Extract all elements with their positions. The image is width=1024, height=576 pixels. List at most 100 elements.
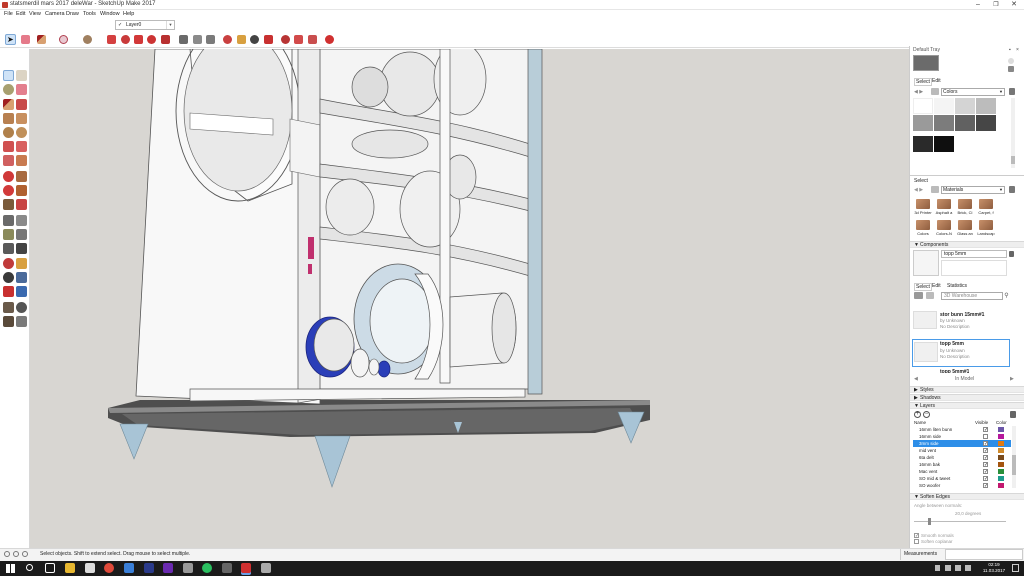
tab-components-statistics[interactable]: Statistics xyxy=(946,283,968,289)
palette-3pt-arc-button[interactable] xyxy=(3,155,14,166)
layer-row-selected[interactable]: 3mm side ✓ xyxy=(913,440,1011,447)
clock-time[interactable]: 02:19 xyxy=(983,562,1005,567)
palette-pushpull-button[interactable] xyxy=(16,171,27,182)
remove-layer-icon[interactable]: − xyxy=(923,411,930,418)
palette-section-plane-button[interactable] xyxy=(16,316,27,327)
material-folder[interactable]: 3d Printer xyxy=(913,198,933,218)
palette-look-around-button[interactable] xyxy=(16,302,27,313)
offset-tool-button[interactable] xyxy=(160,34,171,45)
layer-color-swatch[interactable] xyxy=(998,448,1004,453)
app-icon[interactable] xyxy=(261,563,271,573)
warehouse-button[interactable] xyxy=(280,34,291,45)
palette-zoom-button[interactable] xyxy=(3,272,14,283)
menu-tools[interactable]: Tools xyxy=(83,10,96,18)
color-swatch[interactable] xyxy=(934,115,954,131)
details-arrow-icon[interactable] xyxy=(1010,411,1016,418)
palette-scale-button[interactable] xyxy=(3,199,14,210)
palette-circle-button[interactable] xyxy=(3,127,14,138)
warehouse-search-input[interactable]: 3D Warehouse xyxy=(941,292,1003,300)
palette-walk-button[interactable] xyxy=(3,302,14,313)
palette-tape-button[interactable] xyxy=(3,215,14,226)
color-swatch[interactable] xyxy=(976,98,996,114)
home-icon[interactable] xyxy=(926,292,934,299)
menu-window[interactable]: Window xyxy=(100,10,120,18)
menu-view[interactable]: View xyxy=(29,10,41,18)
pan-tool-button[interactable] xyxy=(236,34,247,45)
layer-visible-checkbox[interactable] xyxy=(983,434,988,439)
palette-zoom-window-button[interactable] xyxy=(16,272,27,283)
select-tool-button[interactable]: ➤ xyxy=(5,34,16,45)
geo-location-icon[interactable] xyxy=(4,551,10,557)
minimize-button[interactable]: – xyxy=(970,0,986,10)
windows-start-icon[interactable] xyxy=(6,564,15,573)
dimension-tool-button[interactable] xyxy=(192,34,203,45)
smooth-normals-checkbox[interactable]: ✓ xyxy=(914,533,919,539)
palette-component-button[interactable] xyxy=(16,70,27,81)
palette-pan-button[interactable] xyxy=(16,258,27,269)
rotate-tool-button[interactable] xyxy=(133,34,144,45)
palette-rotated-rect-button[interactable] xyxy=(16,113,27,124)
layer-row[interactable]: 16mm liten bunn ✓ xyxy=(913,426,1011,433)
menu-camera[interactable]: Camera xyxy=(45,10,65,18)
notifications-icon[interactable] xyxy=(1012,564,1019,572)
measurements-input[interactable] xyxy=(945,549,1023,560)
store-icon[interactable] xyxy=(85,563,95,573)
color-swatch[interactable] xyxy=(934,136,954,152)
color-swatch[interactable] xyxy=(913,98,933,114)
palette-arc-button[interactable] xyxy=(3,141,14,152)
palette-freehand-button[interactable] xyxy=(16,99,27,110)
move-tool-button[interactable] xyxy=(120,34,131,45)
spotify-icon[interactable] xyxy=(202,563,212,573)
details-arrow-icon[interactable] xyxy=(1009,88,1015,95)
layer-visible-checkbox[interactable]: ✓ xyxy=(983,441,988,447)
home-icon[interactable] xyxy=(931,88,939,95)
pencil-tool-button[interactable] xyxy=(36,34,47,45)
eraser-tool-button[interactable] xyxy=(20,34,31,45)
palette-eraser-button[interactable] xyxy=(16,84,27,95)
layer-dropdown[interactable]: ✓ Layer0 ▼ xyxy=(115,20,175,30)
soften-coplanar-checkbox[interactable] xyxy=(914,539,919,544)
angle-slider-thumb[interactable] xyxy=(928,518,931,525)
component-description-field[interactable] xyxy=(941,260,1007,276)
palette-rectangle-button[interactable] xyxy=(3,113,14,124)
zoom-tool-button[interactable] xyxy=(249,34,260,45)
layer-row[interactable]: 6ta delt ✓ xyxy=(913,454,1011,461)
pin-icon[interactable]: ▪ xyxy=(1009,47,1015,53)
material-folder[interactable]: Brick, Cl xyxy=(955,198,975,218)
layer-visible-checkbox[interactable]: ✓ xyxy=(983,455,988,461)
shape-tool-button[interactable] xyxy=(58,34,69,45)
components-section-header[interactable]: ▼ Components xyxy=(910,241,1024,248)
layer-visible-checkbox[interactable]: ✓ xyxy=(983,469,988,475)
network-icon[interactable] xyxy=(945,565,951,571)
orbit-tool-button[interactable] xyxy=(222,34,233,45)
styles-section-header[interactable]: ▶ Styles xyxy=(910,386,1024,393)
component-item-name[interactable]: topp 5mm xyxy=(940,341,964,347)
component-item-thumbnail[interactable] xyxy=(914,342,938,362)
layer-visible-checkbox[interactable]: ✓ xyxy=(983,427,988,433)
tray-arrow-icon[interactable] xyxy=(935,565,940,571)
search-icon[interactable] xyxy=(26,564,33,571)
component-item-thumbnail[interactable] xyxy=(913,311,937,329)
clock-date[interactable]: 11.03.2017 xyxy=(980,568,1008,573)
layer-visible-checkbox[interactable]: ✓ xyxy=(983,462,988,468)
component-name-field[interactable]: topp 5mm xyxy=(941,250,1007,258)
palette-rotate-button[interactable] xyxy=(3,185,14,196)
color-swatch[interactable] xyxy=(913,115,933,131)
create-material-icon[interactable] xyxy=(1008,66,1014,72)
extension-warehouse-button[interactable] xyxy=(293,34,304,45)
material-folder[interactable]: Colors-N xyxy=(934,219,954,239)
nav-arrows-icon[interactable]: ◀ ▶ xyxy=(914,89,923,95)
layer-row[interactable]: mid vent ✓ xyxy=(913,447,1011,454)
photoshop-icon[interactable] xyxy=(144,563,154,573)
palette-previous-button[interactable] xyxy=(16,286,27,297)
tray-close-icon[interactable]: × xyxy=(1016,47,1022,53)
palette-polygon-button[interactable] xyxy=(16,127,27,138)
layer-color-swatch[interactable] xyxy=(998,455,1004,460)
material-folder[interactable]: Carpet, f xyxy=(976,198,996,218)
text-tool-button[interactable] xyxy=(205,34,216,45)
material-folder[interactable]: Glass an xyxy=(955,219,975,239)
material-folder[interactable]: Colors xyxy=(913,219,933,239)
layer-row[interactable]: SO mid & tweet ✓ xyxy=(913,475,1011,482)
premiere-icon[interactable] xyxy=(163,563,173,573)
palette-text-button[interactable] xyxy=(16,229,27,240)
